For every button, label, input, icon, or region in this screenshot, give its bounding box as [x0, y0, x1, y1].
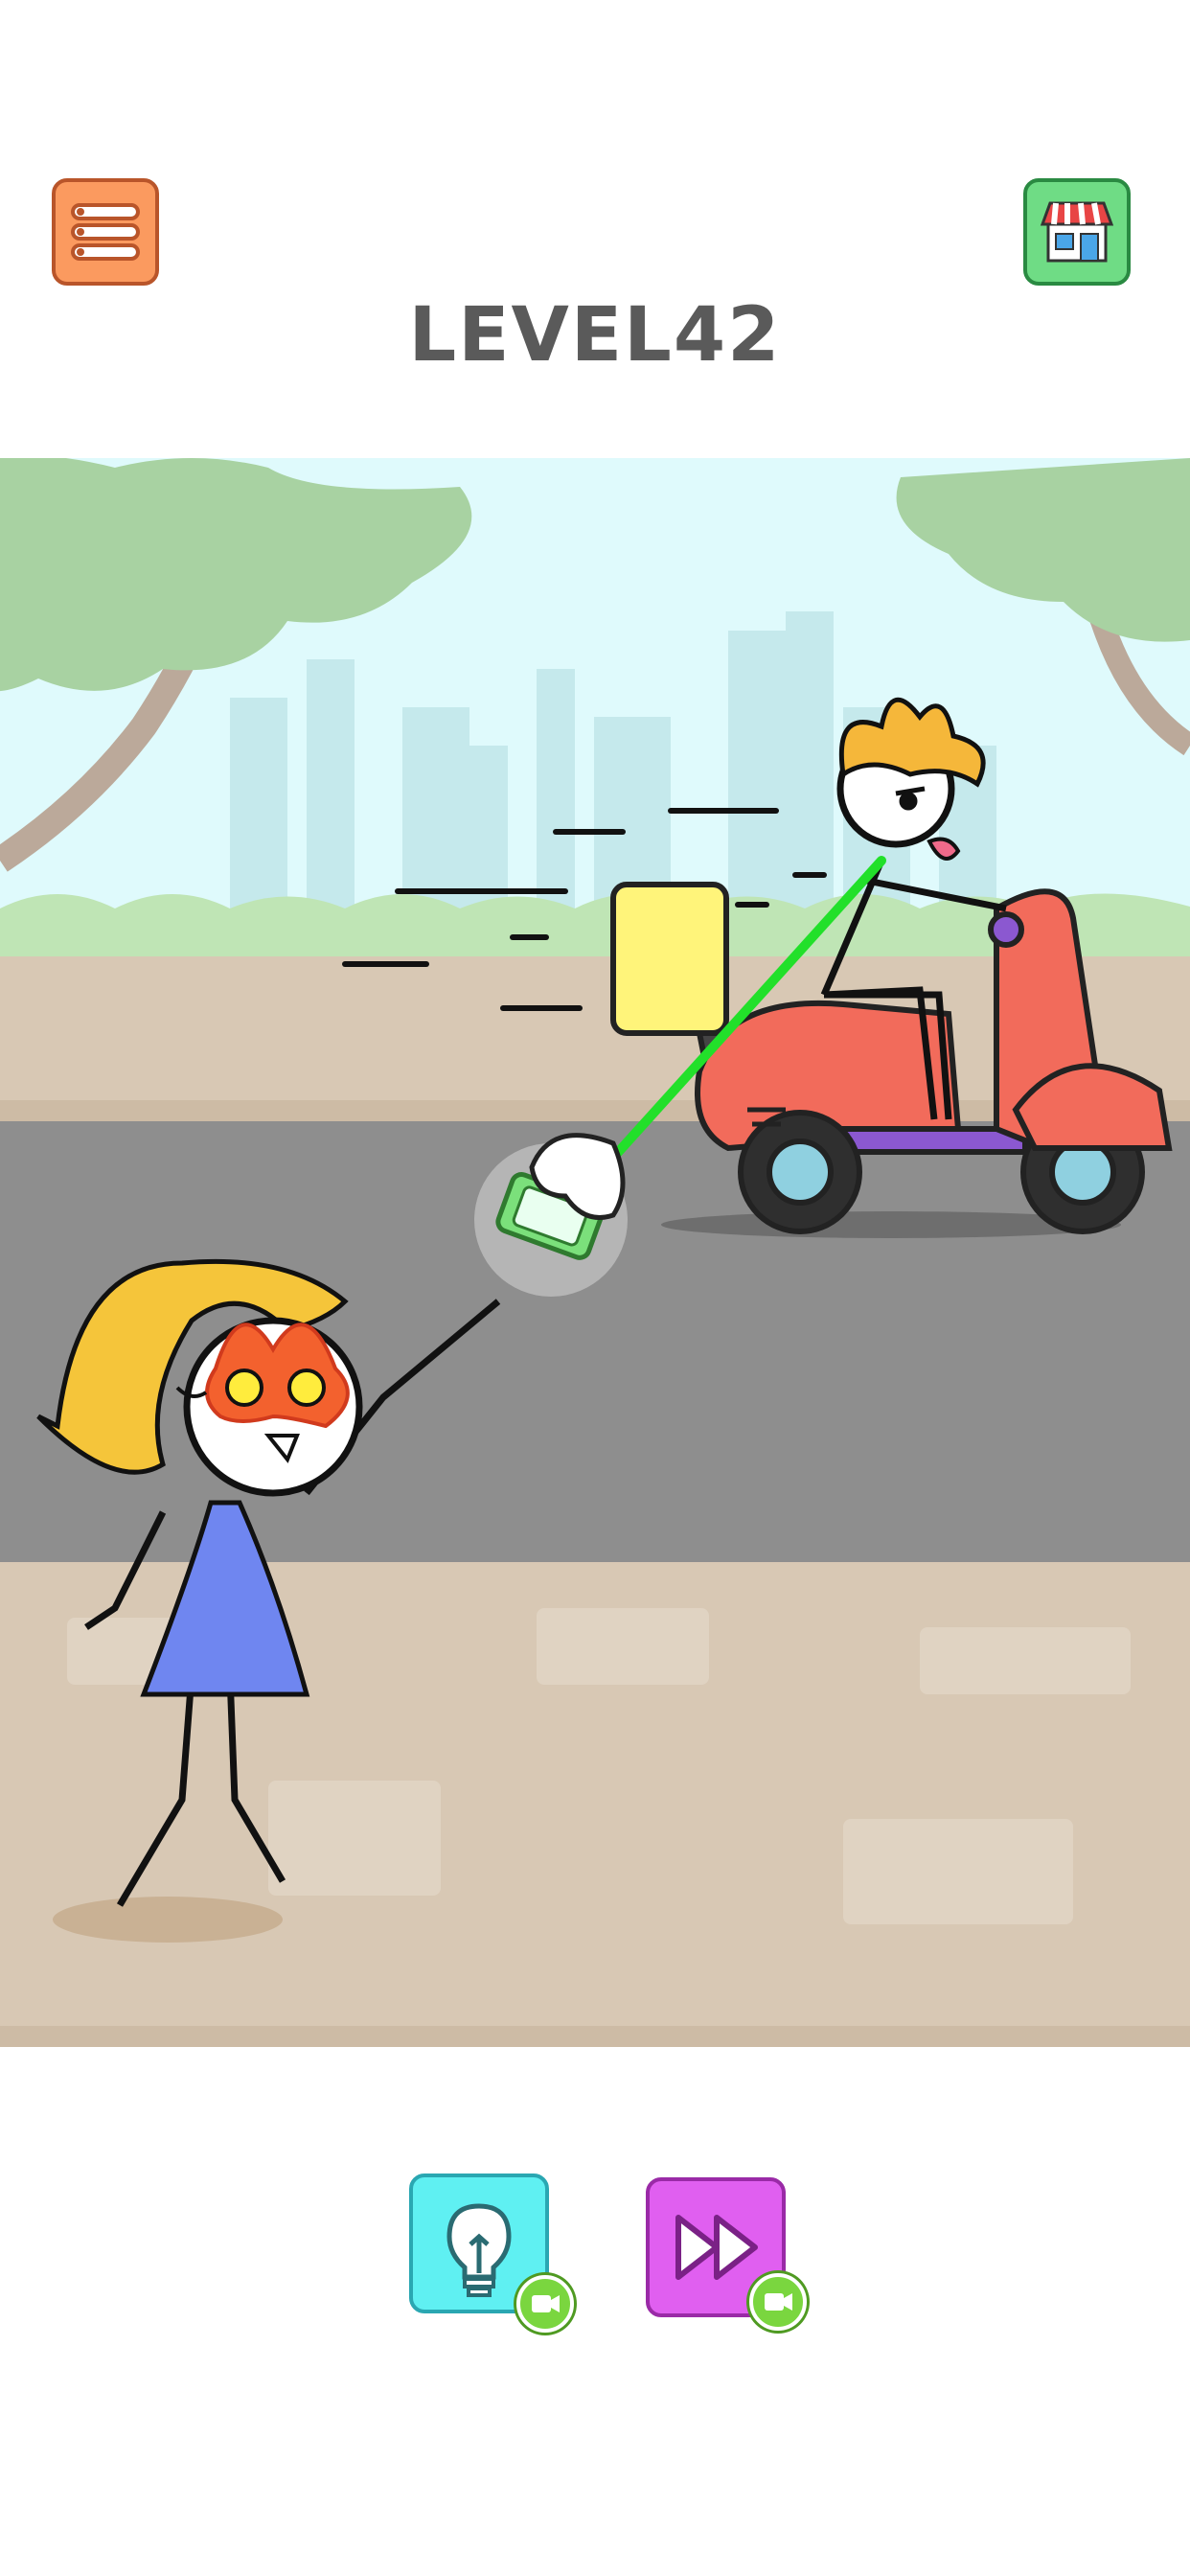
game-scene: [0, 458, 1190, 2047]
level-number: 42: [673, 292, 782, 379]
hint-button[interactable]: [409, 2174, 574, 2333]
video-camera-icon: [765, 2293, 792, 2311]
video-camera-icon: [532, 2295, 560, 2312]
skip-level-button[interactable]: [646, 2177, 807, 2331]
video-badge-hint: [516, 2275, 574, 2333]
level-title: LEVEL42: [0, 292, 1190, 379]
shop-icon: [1040, 201, 1114, 263]
menu-button[interactable]: [52, 178, 159, 286]
list-icon: [71, 203, 140, 261]
shop-button[interactable]: [1023, 178, 1131, 286]
level-word: LEVEL: [408, 292, 674, 379]
video-badge-skip: [749, 2273, 807, 2331]
